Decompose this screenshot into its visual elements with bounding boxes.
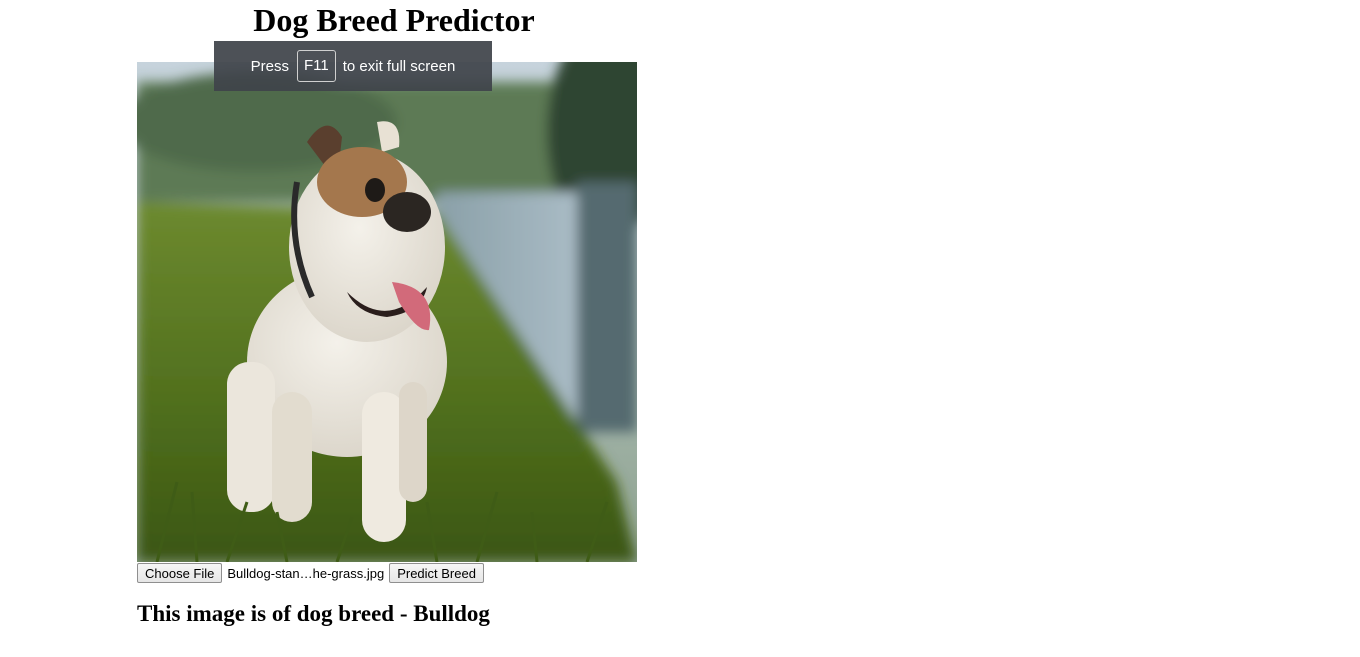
- upload-controls: Choose File Bulldog-stan…he-grass.jpg Pr…: [137, 563, 484, 583]
- dog-photo-svg: [137, 62, 637, 562]
- toast-suffix: to exit full screen: [342, 57, 456, 75]
- f11-key-hint: F11: [297, 50, 336, 82]
- page: Dog Breed Predictor Press F11 to exit fu…: [0, 0, 1360, 657]
- dog-photo: [137, 62, 637, 562]
- prediction-result: This image is of dog breed - Bulldog: [137, 601, 490, 626]
- page-title: Dog Breed Predictor: [253, 2, 535, 38]
- toast-prefix: Press: [250, 57, 290, 75]
- predict-breed-button[interactable]: Predict Breed: [389, 563, 484, 583]
- choose-file-button[interactable]: Choose File: [137, 563, 223, 583]
- fullscreen-exit-toast: Press F11 to exit full screen: [214, 41, 492, 91]
- selected-file-name: Bulldog-stan…he-grass.jpg: [227, 565, 385, 581]
